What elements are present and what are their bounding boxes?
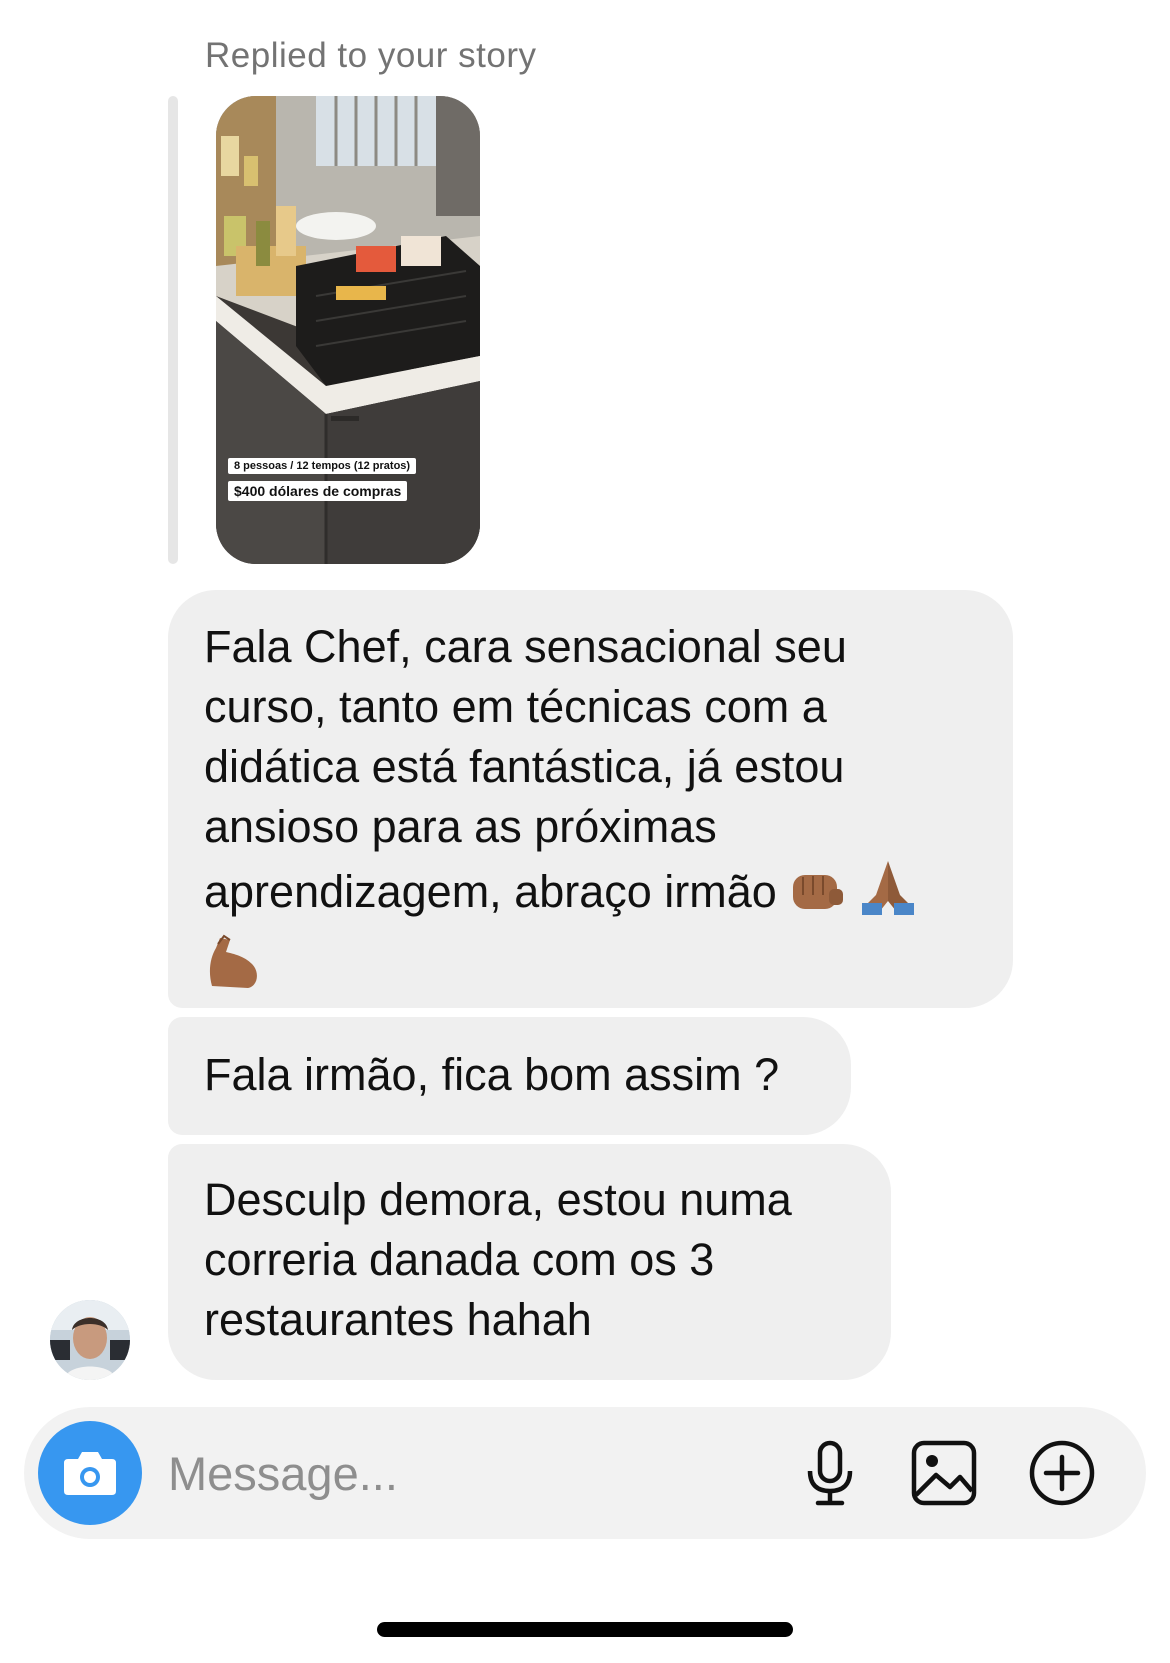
message-text: Fala irmão, fica bom assim ? <box>204 1049 780 1100</box>
folded-hands-icon <box>858 857 918 932</box>
story-thumbnail[interactable]: 8 pessoas / 12 tempos (12 pratos) $400 d… <box>216 96 480 564</box>
add-icon <box>1029 1440 1095 1506</box>
message-bubble[interactable]: Desculp demora, estou numa correria dana… <box>168 1144 891 1380</box>
gallery-button[interactable] <box>908 1437 980 1509</box>
gallery-icon <box>911 1440 977 1506</box>
story-label-guests: 8 pessoas / 12 tempos (12 pratos) <box>228 458 417 474</box>
microphone-icon <box>807 1440 853 1506</box>
story-label-budget: $400 dólares de compras <box>228 481 408 501</box>
add-button[interactable] <box>1026 1437 1098 1509</box>
composer-bar <box>24 1407 1146 1539</box>
message-bubble[interactable]: Fala Chef, cara sensacional seu curso, t… <box>168 590 1013 1008</box>
fist-bump-icon <box>789 867 845 932</box>
message-text: Desculp demora, estou numa correria dana… <box>204 1174 792 1345</box>
message-input[interactable] <box>168 1443 728 1503</box>
message-text: Fala Chef, cara sensacional seu curso, t… <box>204 621 847 917</box>
camera-button[interactable] <box>38 1421 142 1525</box>
microphone-button[interactable] <box>794 1437 866 1509</box>
message-bubble[interactable]: Fala irmão, fica bom assim ? <box>168 1017 851 1135</box>
camera-icon <box>64 1452 116 1495</box>
home-indicator <box>377 1622 793 1637</box>
avatar[interactable] <box>50 1300 130 1380</box>
reply-caption: Replied to your story <box>205 36 537 75</box>
reply-quote-bar <box>168 96 178 564</box>
flexed-biceps-icon <box>204 932 264 1005</box>
